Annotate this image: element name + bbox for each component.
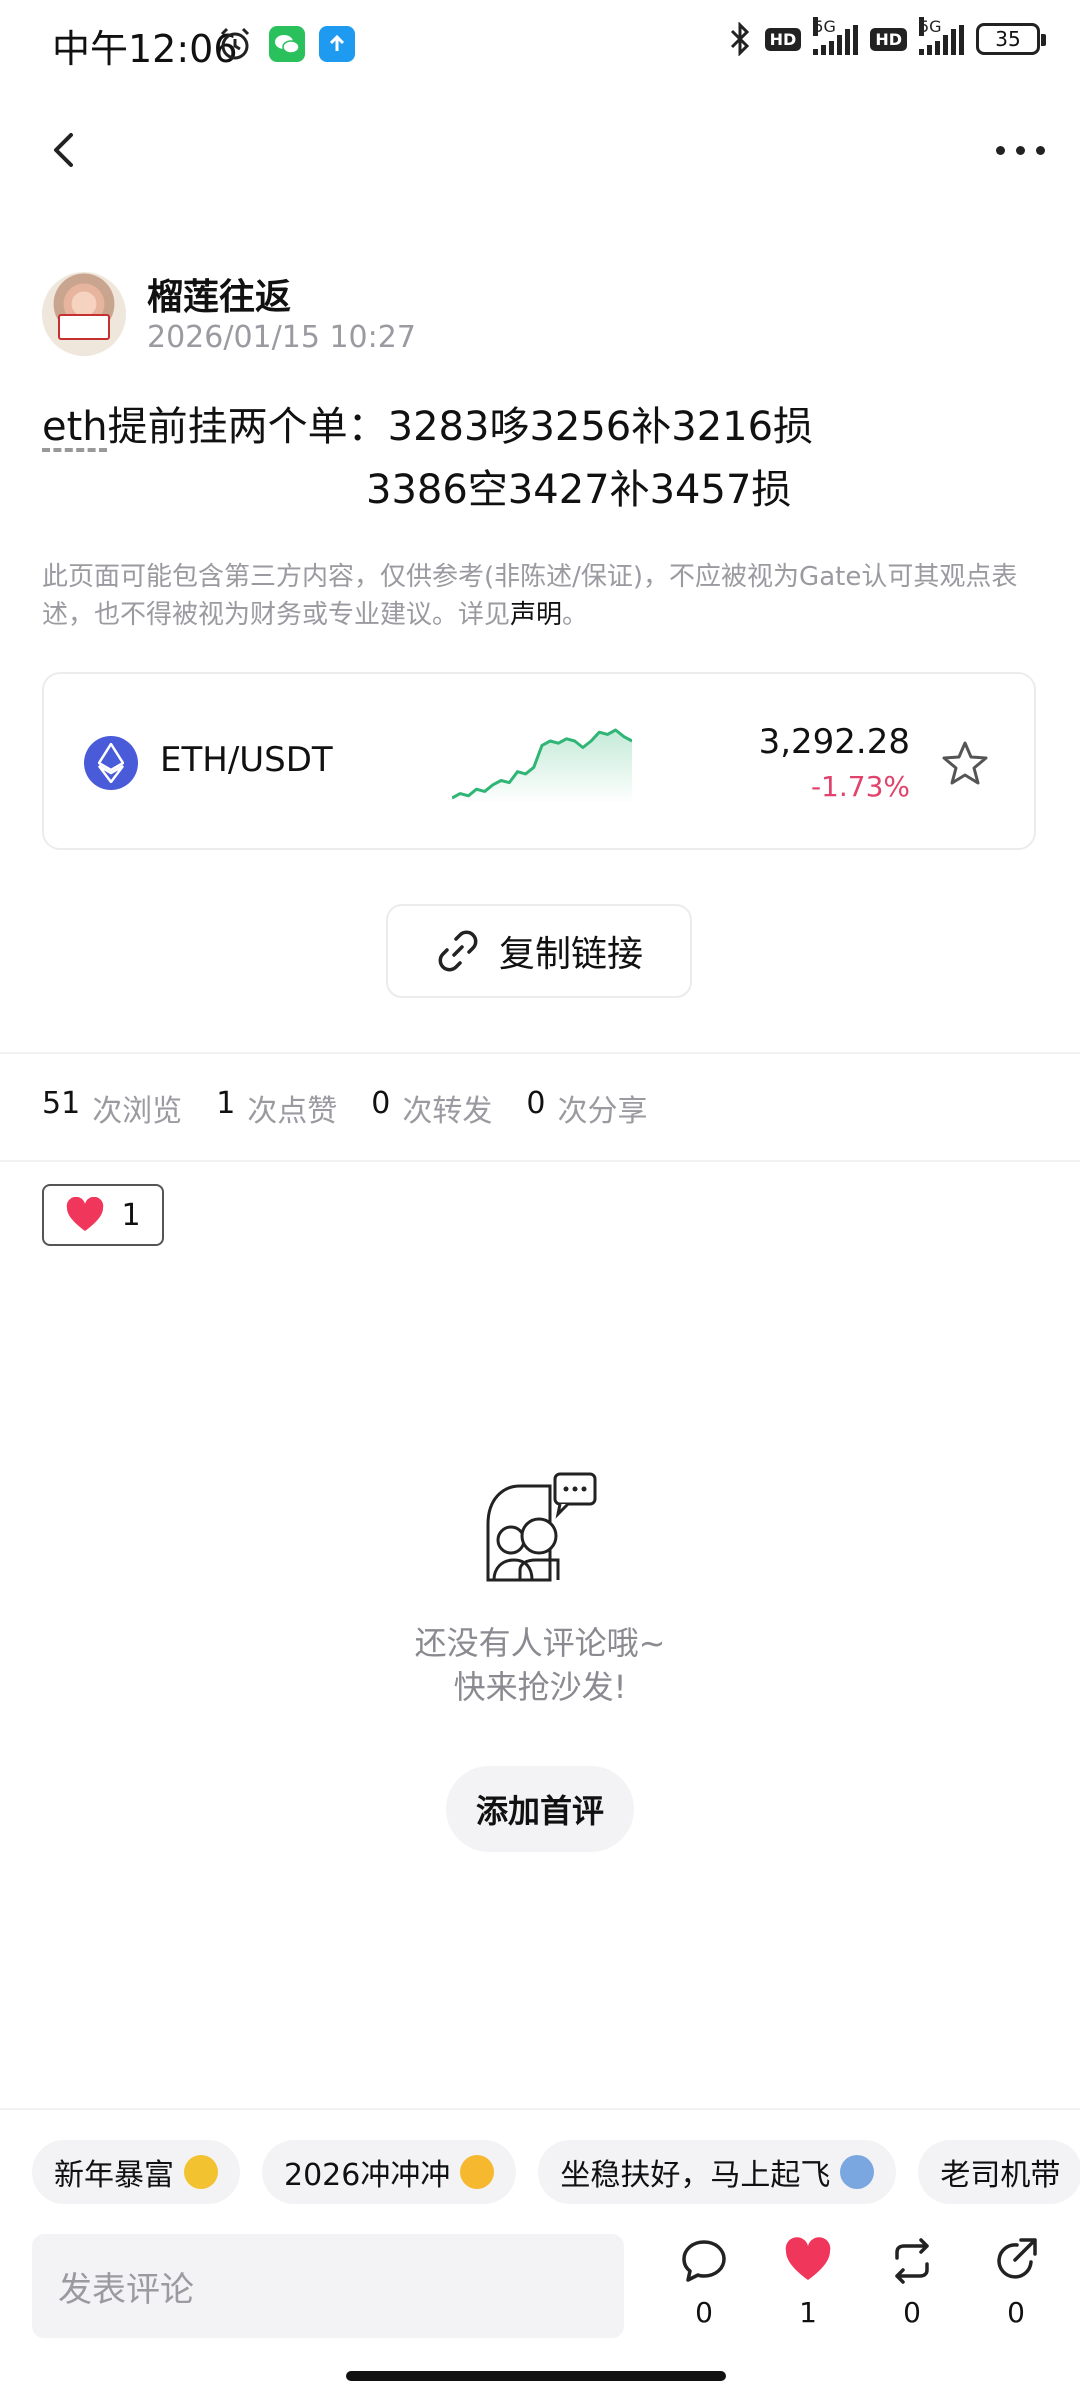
divider <box>0 2108 1080 2110</box>
chevron-left-icon <box>54 133 73 167</box>
back-button[interactable] <box>40 125 90 175</box>
signal-icon: 5G <box>813 17 859 55</box>
comment-bubble-icon <box>682 2240 726 2282</box>
reposts-count: 0 <box>371 1086 391 1121</box>
repost-action[interactable]: 0 <box>872 2236 952 2329</box>
share-count: 0 <box>1007 2296 1025 2329</box>
no-comments-illustration-icon <box>486 1472 597 1582</box>
status-bar: 中午12:06 HD 5G HD 5G 35 <box>0 0 1080 92</box>
alarm-icon <box>215 24 255 64</box>
empty-comments-line-1: 还没有人评论哦~ <box>414 1624 666 1662</box>
like-action[interactable]: 1 <box>768 2236 848 2329</box>
battery-icon: 35 <box>976 23 1046 55</box>
like-count: 1 <box>799 2296 817 2329</box>
post-line-2: 3386空3427补3457损 <box>366 467 792 513</box>
heart-icon <box>785 2237 831 2280</box>
post-timestamp: 2026/01/15 10:27 <box>147 320 416 355</box>
trading-pair: ETH/USDT <box>160 740 333 780</box>
price-change: -1.73% <box>810 770 910 803</box>
shares-label: 次分享 <box>557 1094 648 1129</box>
views-count: 51 <box>42 1086 81 1121</box>
ethereum-icon <box>84 736 138 790</box>
wechat-icon <box>269 26 305 62</box>
more-dot-icon <box>1015 145 1025 155</box>
upload-app-icon <box>319 26 355 62</box>
comment-input[interactable]: 发表评论 <box>32 2234 624 2338</box>
status-notification-icons <box>215 24 355 64</box>
home-indicator[interactable] <box>346 2371 726 2381</box>
copy-link-button[interactable]: 复制链接 <box>386 904 692 998</box>
more-dot-icon <box>1035 145 1045 155</box>
airplane-emoji-icon <box>840 2155 875 2189</box>
link-icon <box>438 930 478 972</box>
favorite-button[interactable] <box>940 738 990 788</box>
empty-comments-line-2: 快来抢沙发! <box>453 1668 627 1706</box>
views-label: 次浏览 <box>92 1094 183 1129</box>
reaction-count: 1 <box>121 1197 141 1233</box>
repost-icon <box>895 2238 929 2284</box>
quick-reply-chip[interactable]: 新年暴富 <box>32 2140 240 2204</box>
share-icon <box>997 2238 1037 2279</box>
status-time: 中午12:06 <box>52 27 238 71</box>
comment-input-placeholder: 发表评论 <box>58 2269 194 2310</box>
quick-reply-chip[interactable]: 老司机带 <box>918 2140 1080 2204</box>
copy-link-label: 复制链接 <box>498 934 643 975</box>
quick-reply-chip[interactable]: 2026冲冲冲 <box>262 2140 517 2204</box>
more-dot-icon <box>995 145 1005 155</box>
comment-count: 0 <box>695 2296 713 2329</box>
author-name[interactable]: 榴莲往返 <box>147 268 291 320</box>
comment-action[interactable]: 0 <box>664 2236 744 2329</box>
fist-emoji-icon <box>460 2155 495 2189</box>
status-system-icons: HD 5G HD 5G 35 <box>727 17 1046 56</box>
post-content: eth提前挂两个单：3283哆3256补3216损 3386空3427补3457… <box>42 396 1042 522</box>
hd-badge-2: HD <box>870 27 907 51</box>
disclaimer: 此页面可能包含第三方内容，仅供参考(非陈述/保证)，不应被视为Gate认可其观点… <box>42 562 1018 630</box>
statement-link[interactable]: 声明 <box>510 600 562 630</box>
shares-count: 0 <box>526 1086 546 1121</box>
price-sparkline <box>452 728 632 804</box>
divider <box>0 1160 1080 1162</box>
quick-reply-chips: 新年暴富 2026冲冲冲 坐稳扶好，马上起飞 老司机带 <box>32 2140 1080 2204</box>
divider <box>0 1052 1080 1054</box>
more-button[interactable] <box>990 130 1050 170</box>
post-stats: 51 次浏览 1 次点赞 0 次转发 0 次分享 <box>42 1086 681 1130</box>
post-tag[interactable]: eth <box>42 404 108 450</box>
star-icon <box>942 741 988 785</box>
current-price: 3,292.28 <box>758 722 910 762</box>
reaction-chip[interactable]: 1 <box>42 1184 164 1246</box>
post-line-1: eth提前挂两个单：3283哆3256补3216损 <box>42 404 814 450</box>
likes-label: 次点赞 <box>247 1094 338 1129</box>
share-action[interactable]: 0 <box>976 2236 1056 2329</box>
market-card[interactable]: ETH/USDT 3,292.28 -1.73% <box>42 672 1036 850</box>
repost-count: 0 <box>903 2296 921 2329</box>
signal-icon-2: 5G <box>919 17 964 55</box>
reposts-label: 次转发 <box>402 1094 493 1129</box>
likes-count: 1 <box>216 1086 236 1121</box>
hd-badge: HD <box>764 27 802 51</box>
heart-icon <box>67 1197 104 1231</box>
post-actions: 0 1 0 0 <box>664 2236 1056 2329</box>
quick-reply-chip[interactable]: 坐稳扶好，马上起飞 <box>538 2140 897 2204</box>
money-face-emoji-icon <box>184 2155 218 2189</box>
author-avatar[interactable] <box>42 272 126 356</box>
add-first-comment-button[interactable]: 添加首评 <box>446 1766 634 1852</box>
bluetooth-icon <box>730 22 749 56</box>
